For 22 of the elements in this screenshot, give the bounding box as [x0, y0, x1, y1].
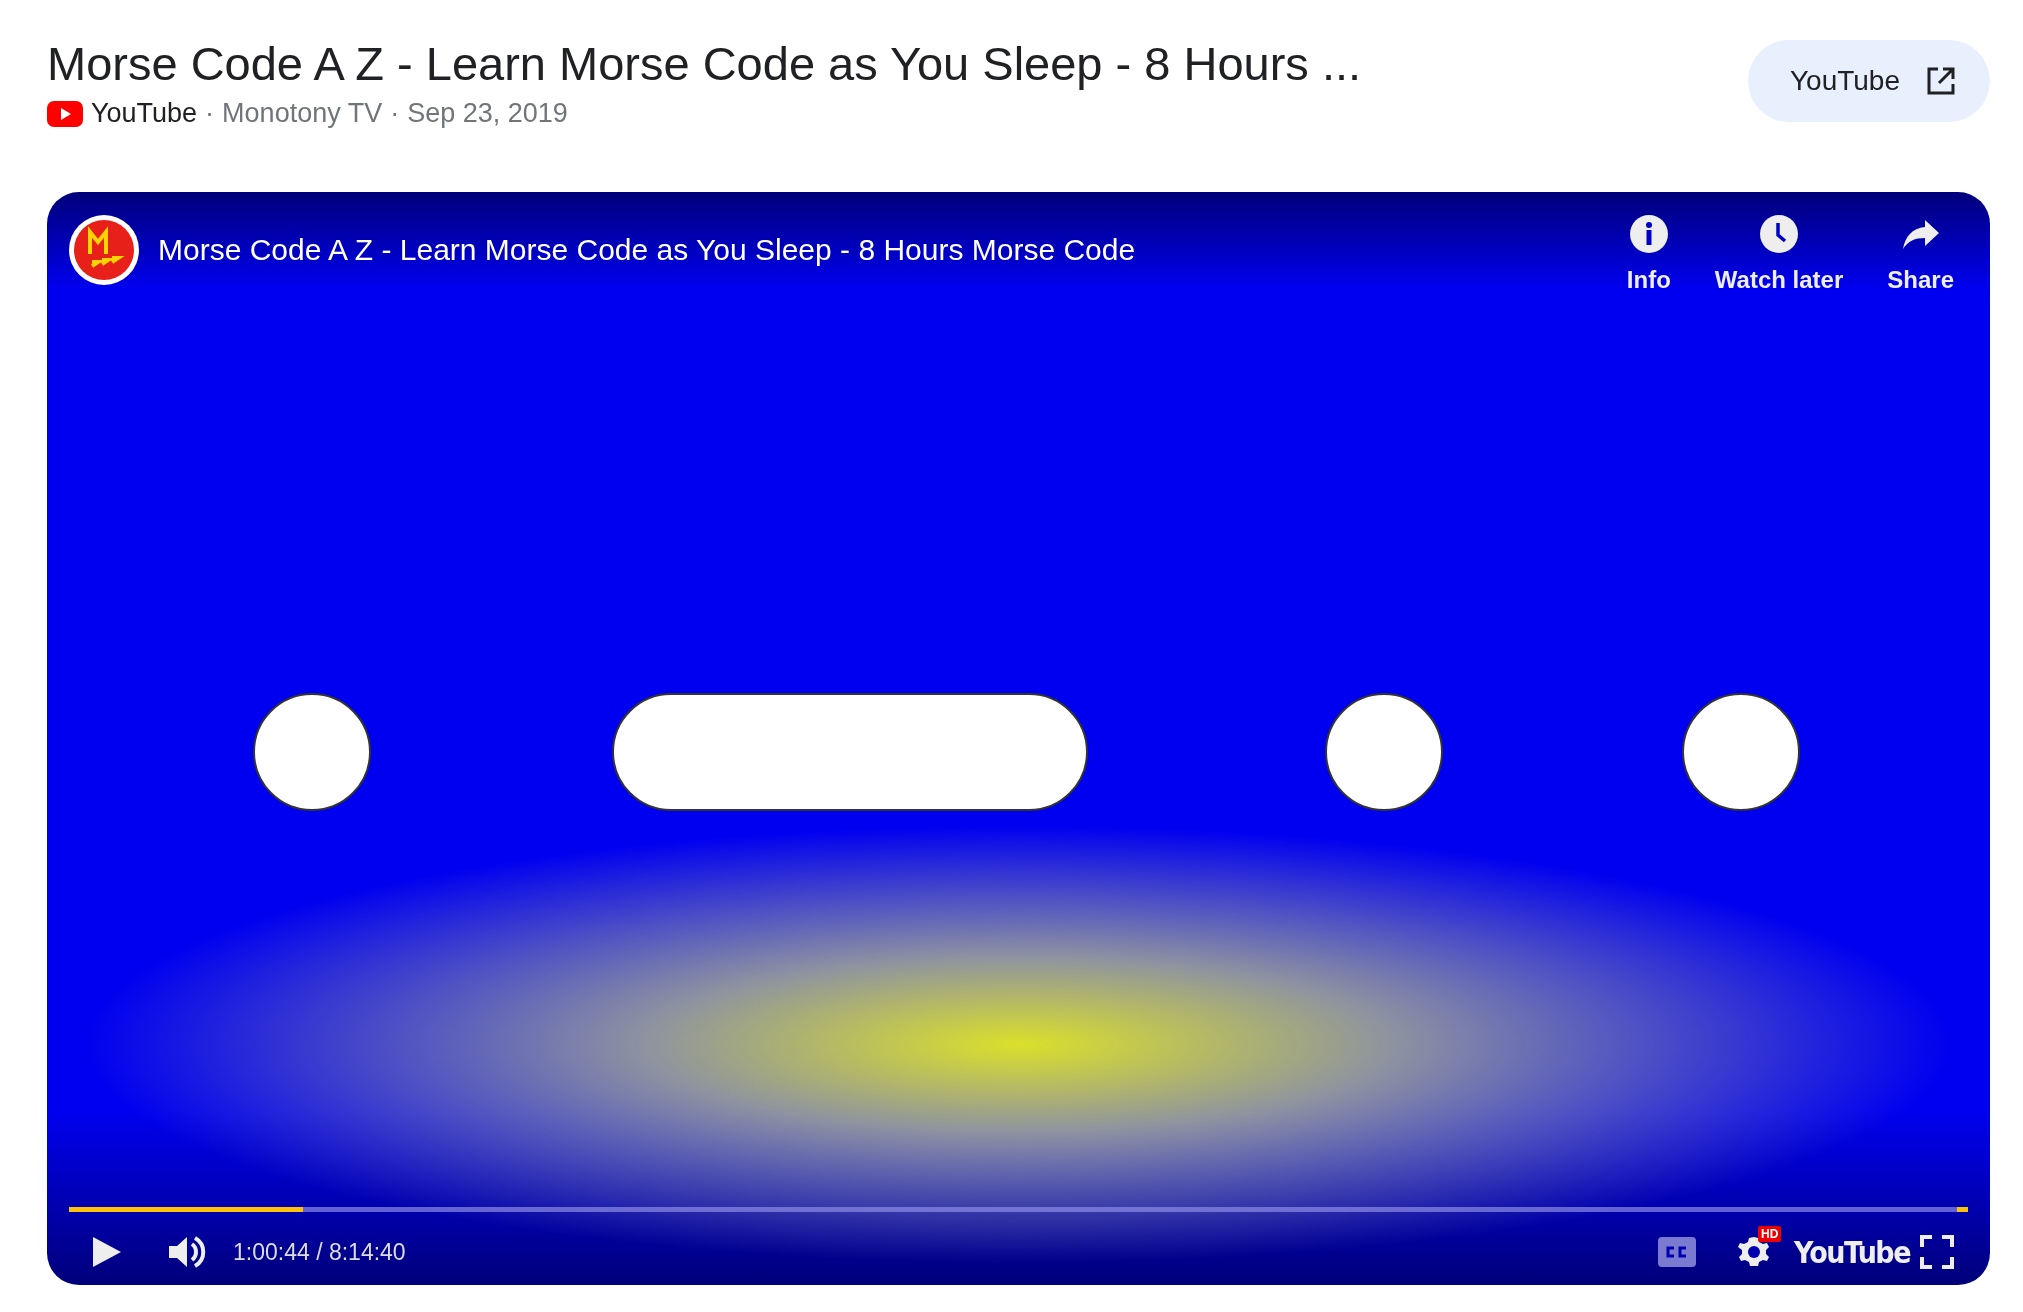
- publish-date: Sep 23, 2019: [407, 98, 568, 129]
- player-action-button[interactable]: Info: [1626, 214, 1671, 294]
- captions-button[interactable]: [1657, 1237, 1696, 1267]
- info-icon: [1628, 214, 1669, 254]
- result-title[interactable]: Morse Code A Z - Learn Morse Code as You Sleep - 8 Hours ...: [47, 36, 1362, 92]
- external-link-icon: [1926, 66, 1956, 96]
- player-action-button[interactable]: Watch later: [1714, 214, 1844, 294]
- open-youtube-button[interactable]: YouTube: [1747, 40, 1990, 122]
- fullscreen-button[interactable]: [1920, 1235, 1954, 1269]
- hd-badge: HD: [1757, 1226, 1782, 1242]
- source-name: YouTube: [91, 98, 198, 129]
- youtube-logo[interactable]: YouTube: [1793, 1234, 1910, 1270]
- channel-avatar[interactable]: [68, 214, 140, 286]
- playback-time: 1:00:44 / 8:14:40: [233, 1238, 406, 1266]
- channel-name: Monotony TV: [222, 98, 383, 129]
- progress-bar[interactable]: [69, 1207, 1968, 1212]
- separator: ·: [390, 98, 400, 129]
- separator: ·: [205, 98, 215, 129]
- video-title[interactable]: Morse Code A Z - Learn Morse Code as You Sleep - 8 Hours Morse Code: [158, 233, 1136, 267]
- player-action-button[interactable]: Share: [1887, 214, 1954, 294]
- clock-icon: [1759, 214, 1800, 254]
- play-logo-icon: [47, 100, 83, 127]
